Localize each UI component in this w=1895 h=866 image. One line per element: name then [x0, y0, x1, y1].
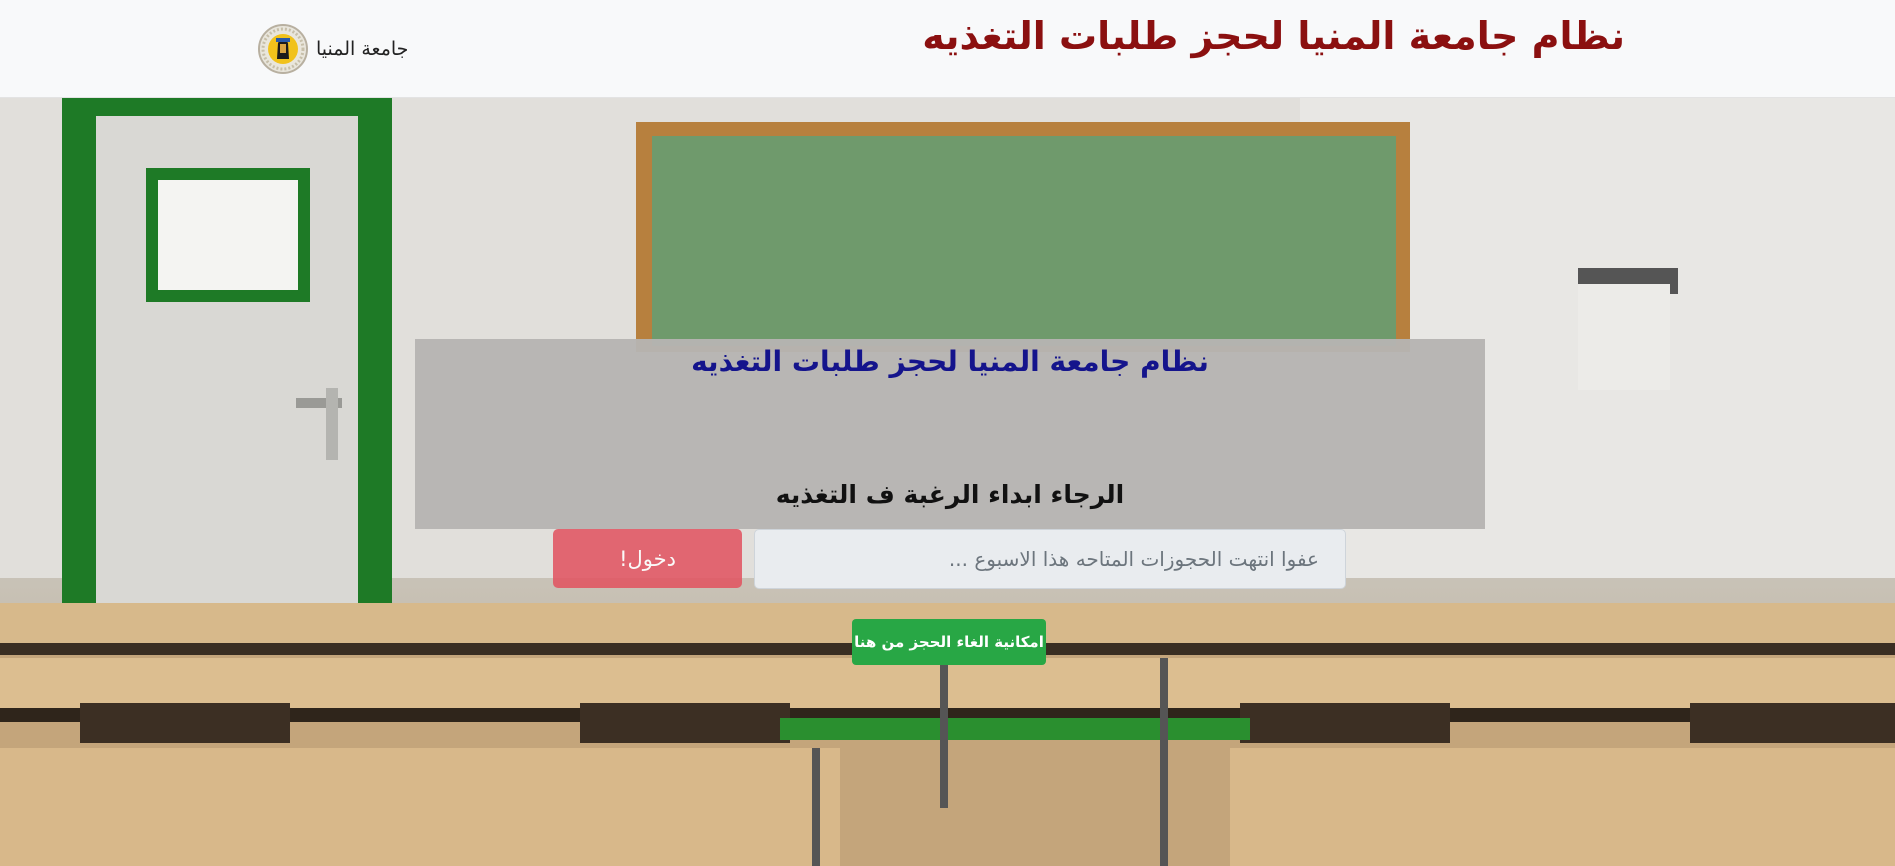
brand-label: جامعة المنيا — [316, 38, 409, 60]
navbar: جامعة المنيا نظام جامعة المنيا لحجز طلبا… — [0, 0, 1895, 98]
university-logo-icon — [258, 19, 308, 79]
login-button[interactable]: دخول! — [553, 529, 742, 588]
cancel-reservation-button[interactable]: امكانية الغاء الحجز من هنا — [852, 619, 1046, 665]
panel-title: نظام جامعة المنيا لحجز طلبات التغذيه — [691, 345, 1209, 378]
brand-link[interactable]: جامعة المنيا — [258, 18, 408, 80]
booking-panel: نظام جامعة المنيا لحجز طلبات التغذيه الر… — [415, 339, 1485, 529]
booking-message-input[interactable] — [754, 529, 1346, 589]
site-title: نظام جامعة المنيا لحجز طلبات التغذيه — [922, 14, 1625, 58]
panel-prompt: الرجاء ابداء الرغبة ف التغذيه — [775, 480, 1125, 509]
